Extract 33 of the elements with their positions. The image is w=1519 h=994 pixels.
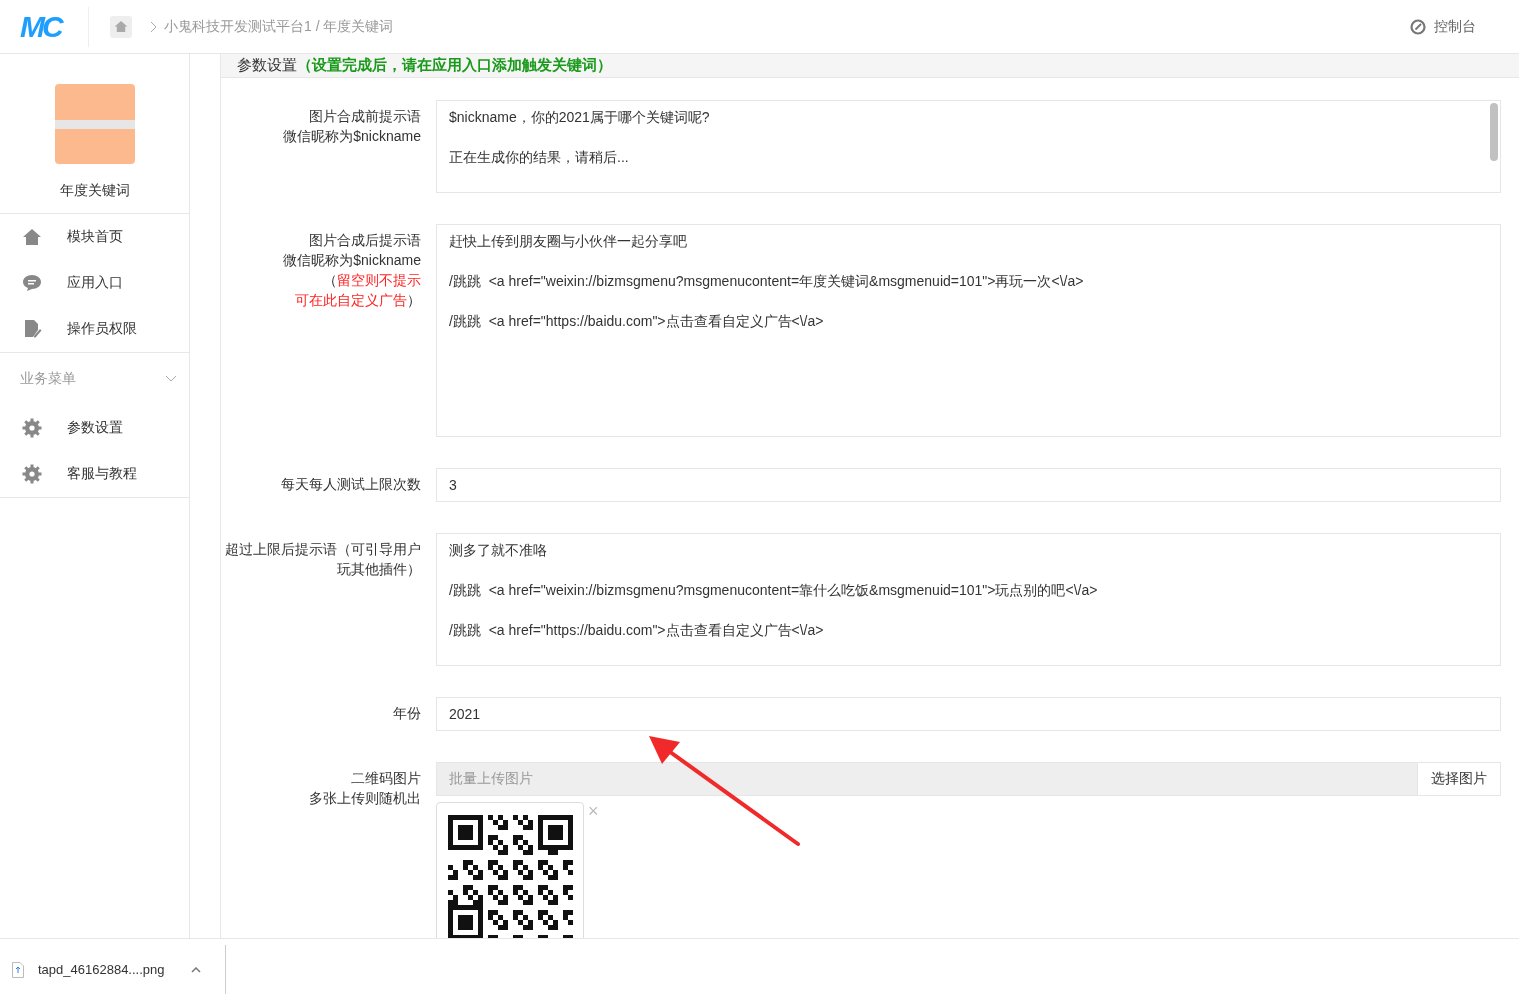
panel-header: 参数设置（设置完成后，请在应用入口添加触发关键词） xyxy=(221,54,1519,78)
sidebar-item[interactable]: 操作员权限 xyxy=(0,306,189,352)
home-button[interactable] xyxy=(110,15,132,38)
textarea-field[interactable]: 赶快上传到朋友圈与小伙伴一起分享吧 /跳跳 <a href="weixin://bizmsgmenu?msgmenucontent=年度关键词&msgmenuid=101">再玩一次<\/a> /跳跳 <a href="https://baidu.com">点击查看自定义广告<\/a> xyxy=(436,224,1501,437)
sidebar-item[interactable]: 模块首页 xyxy=(0,214,189,260)
input-field[interactable]: 3 xyxy=(436,468,1501,502)
textarea-field[interactable]: 2021 xyxy=(436,697,1501,731)
app-name: 年度关键词 xyxy=(59,182,130,200)
sidebar-item[interactable]: 客服与教程 xyxy=(0,451,189,497)
home-icon xyxy=(114,20,128,33)
field-label: 二维码图片 多张上传则随机出 xyxy=(308,769,422,808)
chat-bubble-icon xyxy=(22,274,42,292)
sidebar-item[interactable]: 应用入口 xyxy=(0,260,189,306)
field-label: 超过上限后提示语（可引导用户 玩其他插件） xyxy=(224,540,422,579)
field-label: 年份 xyxy=(392,704,422,723)
chevron-icon xyxy=(165,375,177,383)
chevron-right-icon xyxy=(150,20,158,33)
field-label: 每天每人测试上限次数 xyxy=(280,475,422,494)
console-link[interactable]: 控制台 xyxy=(1410,17,1476,36)
gear-icon xyxy=(22,418,42,438)
gauge-icon xyxy=(1410,18,1426,35)
gear-icon xyxy=(22,464,42,484)
field-label: 图片合成前提示语 微信昵称为$nickname xyxy=(282,107,422,146)
field-label: 图片合成后提示语 微信昵称为$nickname （留空则不提示 可在此自定义广告） xyxy=(282,231,422,310)
caret-up-icon[interactable] xyxy=(190,966,201,973)
scrollbar[interactable] xyxy=(1490,103,1498,161)
sidebar-item[interactable]: 参数设置 xyxy=(0,405,189,451)
textarea-field[interactable]: 测多了就不准咯 /跳跳 <a href="weixin://bizmsgmenu?msgmenucontent=靠什么吃饭&msgmenuid=101">玩点别的吧<\/a> /跳跳 <a href="https://baidu.com">点击查看自定义广告<\/a> xyxy=(436,533,1501,666)
download-file-name[interactable]: tapd_46162884....png xyxy=(38,962,165,977)
file-icon xyxy=(12,961,24,978)
home-icon xyxy=(22,228,42,246)
document-edit-icon xyxy=(22,320,42,338)
textarea-field[interactable]: $nickname，你的2021属于哪个关键词呢? 正在生成你的结果，请稍后... xyxy=(436,100,1501,193)
